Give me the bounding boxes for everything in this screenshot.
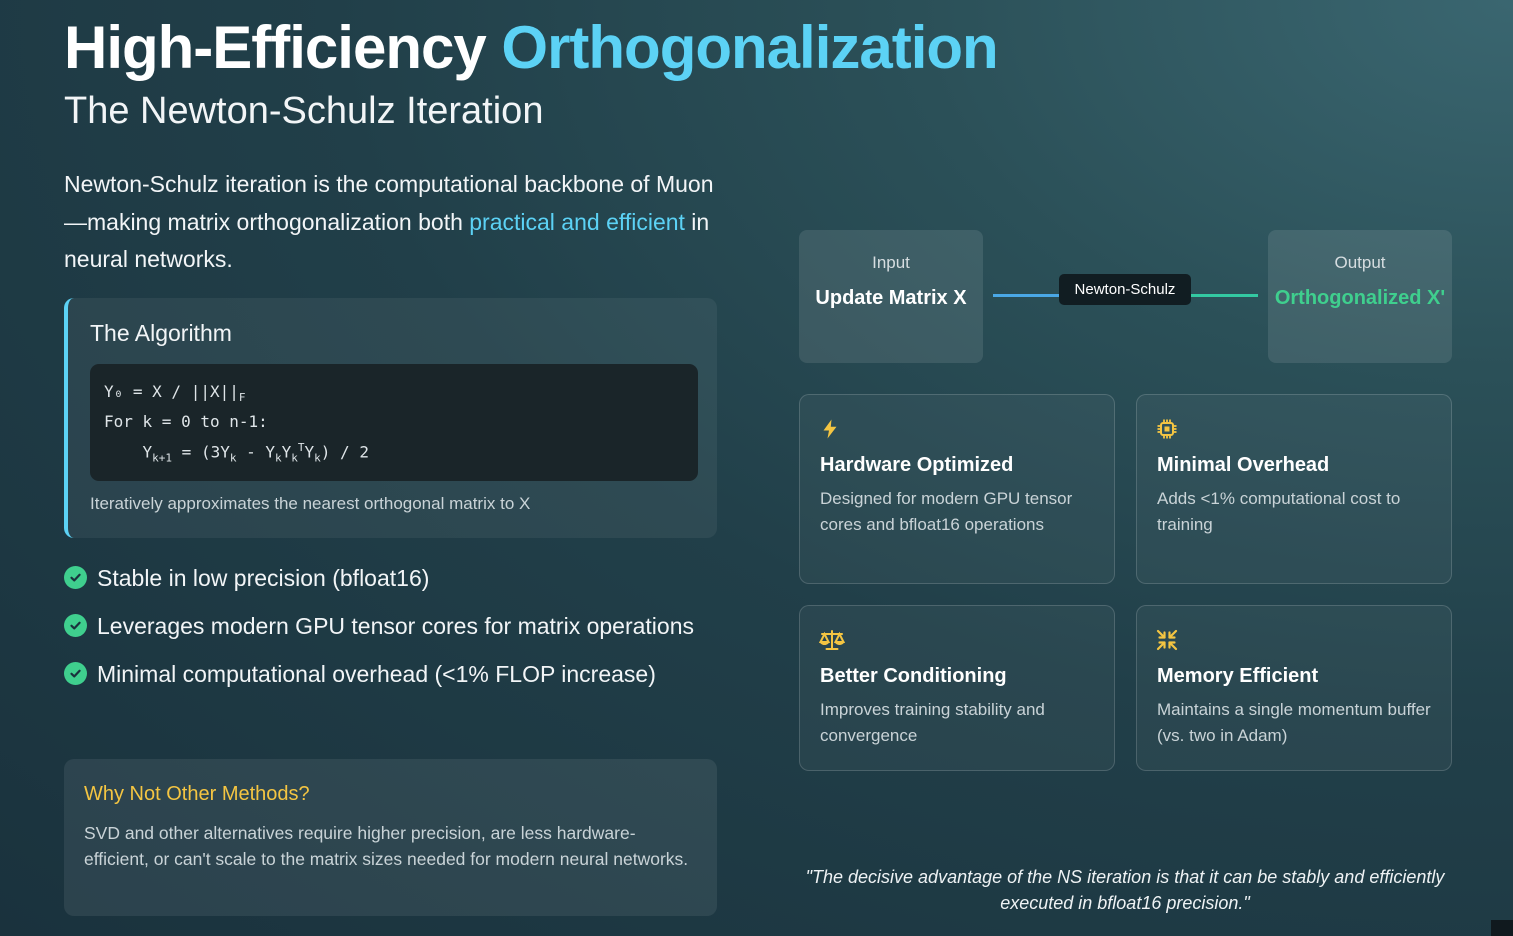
why-not-title: Why Not Other Methods? bbox=[84, 783, 310, 805]
page-subtitle: The Newton-Schulz Iteration bbox=[64, 90, 544, 132]
feature-description: Designed for modern GPU tensor cores and… bbox=[820, 489, 1073, 534]
compress-icon bbox=[1156, 629, 1178, 651]
window-edge bbox=[1491, 920, 1513, 936]
algorithm-caption: Iteratively approximates the nearest ort… bbox=[90, 494, 531, 513]
check-circle-icon bbox=[64, 662, 87, 685]
flow-connector-in bbox=[993, 294, 1063, 297]
feature-card-memory: Memory Efficient Maintains a single mome… bbox=[1136, 605, 1452, 771]
check-circle-icon bbox=[64, 614, 87, 637]
title-accent: Orthogonalization bbox=[501, 14, 998, 81]
code-line-init: Y₀ = X / ||X||F bbox=[104, 382, 246, 405]
intro-paragraph: Newton-Schulz iteration is the computati… bbox=[64, 166, 724, 279]
flow-output-value: Orthogonalized X' bbox=[1274, 287, 1446, 309]
algorithm-code-block: Y₀ = X / ||X||F For k = 0 to n-1: Yk+1 =… bbox=[90, 364, 698, 481]
check-circle-icon bbox=[64, 566, 87, 589]
checklist-item-text: Minimal computational overhead (<1% FLOP… bbox=[97, 661, 656, 687]
code-line-loop: For k = 0 to n-1: bbox=[104, 411, 268, 431]
feature-card-conditioning: Better Conditioning Improves training st… bbox=[799, 605, 1115, 771]
bolt-icon bbox=[819, 418, 841, 440]
title-main: High-Efficiency bbox=[64, 14, 487, 81]
benefits-checklist: Stable in low precision (bfloat16) Lever… bbox=[64, 560, 724, 704]
flow-input-value: Update Matrix X bbox=[815, 287, 967, 309]
feature-description: Improves training stability and converge… bbox=[820, 700, 1045, 745]
flow-process-chip: Newton-Schulz bbox=[1059, 274, 1191, 305]
checklist-item-text: Stable in low precision (bfloat16) bbox=[97, 565, 430, 591]
algorithm-title: The Algorithm bbox=[90, 320, 232, 346]
feature-description: Maintains a single momentum buffer (vs. … bbox=[1157, 700, 1431, 745]
checklist-item-text: Leverages modern GPU tensor cores for ma… bbox=[97, 613, 694, 639]
flow-input-box: Input Update Matrix X bbox=[799, 230, 983, 363]
algorithm-card: The Algorithm Y₀ = X / ||X||F For k = 0 … bbox=[64, 298, 717, 538]
feature-title: Minimal Overhead bbox=[1157, 454, 1330, 476]
why-not-text: SVD and other alternatives require highe… bbox=[84, 823, 689, 869]
feature-title: Hardware Optimized bbox=[820, 454, 1014, 476]
balance-scale-icon bbox=[818, 629, 846, 651]
feature-card-overhead: Minimal Overhead Adds <1% computational … bbox=[1136, 394, 1452, 584]
page-title: High-Efficiency Orthogonalization bbox=[64, 14, 999, 82]
flow-input-label: Input bbox=[872, 253, 910, 272]
quote-text: "The decisive advantage of the NS iterat… bbox=[805, 867, 1445, 913]
why-not-card: Why Not Other Methods? SVD and other alt… bbox=[64, 759, 717, 916]
intro-highlight: practical and efficient bbox=[469, 208, 685, 235]
flow-connector-out bbox=[1188, 294, 1258, 297]
feature-title: Better Conditioning bbox=[820, 665, 1007, 687]
checklist-item: Minimal computational overhead (<1% FLOP… bbox=[64, 656, 724, 692]
checklist-item: Leverages modern GPU tensor cores for ma… bbox=[64, 608, 724, 644]
feature-card-hardware: Hardware Optimized Designed for modern G… bbox=[799, 394, 1115, 584]
checklist-item: Stable in low precision (bfloat16) bbox=[64, 560, 724, 596]
flow-output-box: Output Orthogonalized X' bbox=[1268, 230, 1452, 363]
feature-title: Memory Efficient bbox=[1157, 665, 1319, 687]
code-line-update: Yk+1 = (3Yk - YkYkTYk) / 2 bbox=[104, 441, 369, 465]
chip-icon bbox=[1156, 418, 1178, 440]
feature-description: Adds <1% computational cost to training bbox=[1157, 489, 1401, 534]
flow-output-label: Output bbox=[1334, 253, 1386, 272]
